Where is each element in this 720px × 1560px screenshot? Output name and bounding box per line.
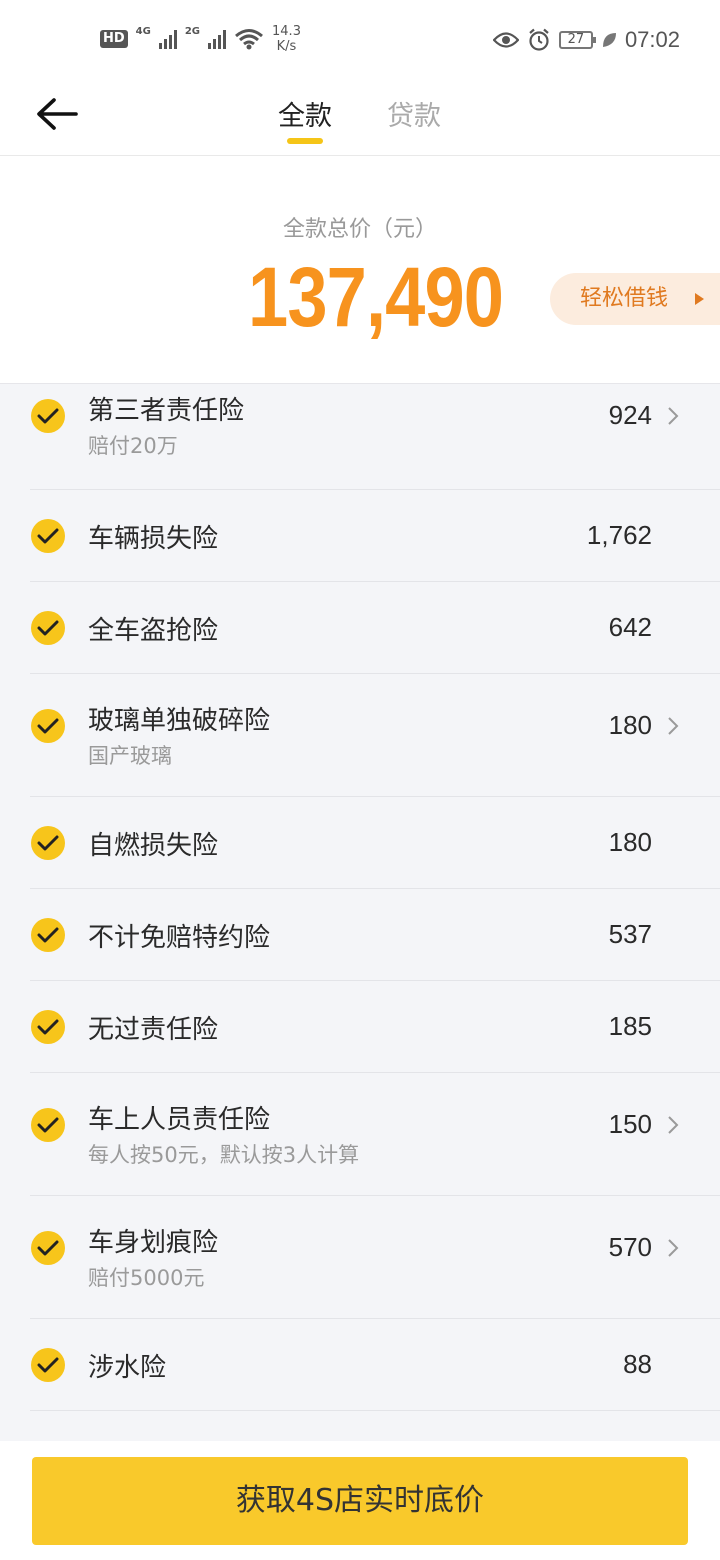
insurance-price: 180 <box>608 827 652 857</box>
insurance-row[interactable]: 第三者责任险赔付20万 924 <box>0 384 720 490</box>
insurance-title: 第三者责任险 <box>88 396 245 426</box>
signal-icon-2 <box>208 29 227 49</box>
checkbox-checked-icon[interactable] <box>31 1107 65 1142</box>
chevron-right-icon[interactable] <box>666 1115 680 1135</box>
price-summary: 全款总价（元） 137,490 轻松借钱 <box>0 157 720 383</box>
speed-value: 14.3 <box>272 24 301 39</box>
insurance-title: 车辆损失险 <box>88 524 219 554</box>
insurance-price: 642 <box>608 612 652 642</box>
insurance-title: 玻璃单独破碎险 <box>88 705 271 736</box>
insurance-row[interactable]: 无过责任险 185 <box>0 981 720 1073</box>
tab-loan[interactable]: 贷款 <box>387 94 441 133</box>
easy-loan-label: 轻松借钱 <box>580 286 669 311</box>
insurance-row[interactable]: 涉水险 88 <box>0 1319 720 1411</box>
checkbox-checked-icon[interactable] <box>31 826 65 860</box>
status-left: HD 4G 2G 14.3 K/s <box>100 24 301 54</box>
play-arrow-icon <box>695 293 704 305</box>
row-divider <box>30 1410 720 1411</box>
insurance-list: 第三者责任险赔付20万 924 车辆损失险 1,762 全车盗抢险 642 玻璃单独破碎险国… <box>0 383 720 1441</box>
insurance-row[interactable]: 玻璃单独破碎险国产玻璃 180 <box>0 674 720 797</box>
insurance-title: 无过责任险 <box>88 1015 219 1045</box>
insurance-price: 924 <box>608 400 652 430</box>
back-arrow-icon[interactable] <box>34 94 80 134</box>
status-bar: HD 4G 2G 14.3 K/s 27 07:02 <box>0 0 720 80</box>
status-right: 27 07:02 <box>492 27 680 53</box>
insurance-title: 全车盗抢险 <box>88 616 219 646</box>
bottom-bar: 获取4S店实时底价 <box>0 1441 720 1560</box>
checkbox-checked-icon[interactable] <box>31 611 65 645</box>
battery-icon: 27 <box>558 31 596 49</box>
alarm-icon <box>529 28 549 51</box>
insurance-row[interactable]: 不计免赔特约险 537 <box>0 889 720 981</box>
checkbox-checked-icon[interactable] <box>31 519 65 553</box>
insurance-row[interactable]: 自燃损失险 180 <box>0 797 720 889</box>
total-price: 137,490 <box>248 250 504 344</box>
network-type-2: 2G <box>184 25 201 37</box>
insurance-price: 185 <box>608 1011 652 1041</box>
network-type-1: 4G <box>135 25 151 37</box>
insurance-row[interactable]: 车上人员责任险每人按50元，默认按3人计算 150 <box>0 1073 720 1196</box>
insurance-title: 涉水险 <box>88 1353 167 1383</box>
insurance-price: 150 <box>608 1108 652 1139</box>
insurance-title: 自燃损失险 <box>88 831 219 861</box>
chevron-right-icon[interactable] <box>666 406 680 426</box>
checkbox-checked-icon[interactable] <box>31 918 65 952</box>
insurance-title: 车上人员责任险 <box>88 1104 271 1135</box>
insurance-price: 88 <box>623 1349 652 1379</box>
checkbox-checked-icon[interactable] <box>31 1348 65 1382</box>
insurance-row[interactable]: 车辆损失险 1,762 <box>0 490 720 582</box>
insurance-subtitle: 赔付20万 <box>88 434 178 458</box>
wifi-icon <box>235 29 263 50</box>
insurance-subtitle: 国产玻璃 <box>88 743 172 768</box>
tab-full-payment[interactable]: 全款 <box>278 94 332 133</box>
signal-icon-1 <box>158 29 177 49</box>
insurance-price: 537 <box>608 919 652 949</box>
insurance-subtitle: 赔付5000元 <box>88 1265 205 1290</box>
checkbox-checked-icon[interactable] <box>31 1010 65 1044</box>
chevron-right-icon[interactable] <box>666 716 680 736</box>
chevron-right-icon[interactable] <box>666 1238 680 1258</box>
checkbox-checked-icon[interactable] <box>31 399 65 433</box>
insurance-price: 1,762 <box>586 520 652 550</box>
checkbox-checked-icon[interactable] <box>31 1230 65 1265</box>
insurance-title: 不计免赔特约险 <box>88 923 271 953</box>
leaf-icon <box>602 33 616 47</box>
insurance-price: 570 <box>608 1231 652 1262</box>
clock: 07:02 <box>624 27 680 52</box>
insurance-row[interactable]: 车身划痕险赔付5000元 570 <box>0 1196 720 1319</box>
insurance-row[interactable]: 全车盗抢险 642 <box>0 582 720 674</box>
eye-icon <box>492 32 519 48</box>
hd-badge: HD <box>100 30 128 48</box>
checkbox-checked-icon[interactable] <box>31 708 65 743</box>
insurance-price: 180 <box>608 709 652 740</box>
get-dealer-price-button[interactable]: 获取4S店实时底价 <box>32 1457 688 1545</box>
insurance-title: 车身划痕险 <box>88 1227 219 1258</box>
insurance-subtitle: 每人按50元，默认按3人计算 <box>88 1142 360 1167</box>
header: 全款 贷款 <box>0 80 720 156</box>
total-price-label: 全款总价（元） <box>282 217 437 242</box>
network-speed: 14.3 K/s <box>272 24 301 54</box>
active-tab-indicator <box>287 138 323 144</box>
speed-unit: K/s <box>276 39 297 54</box>
easy-loan-button[interactable]: 轻松借钱 <box>550 273 720 325</box>
